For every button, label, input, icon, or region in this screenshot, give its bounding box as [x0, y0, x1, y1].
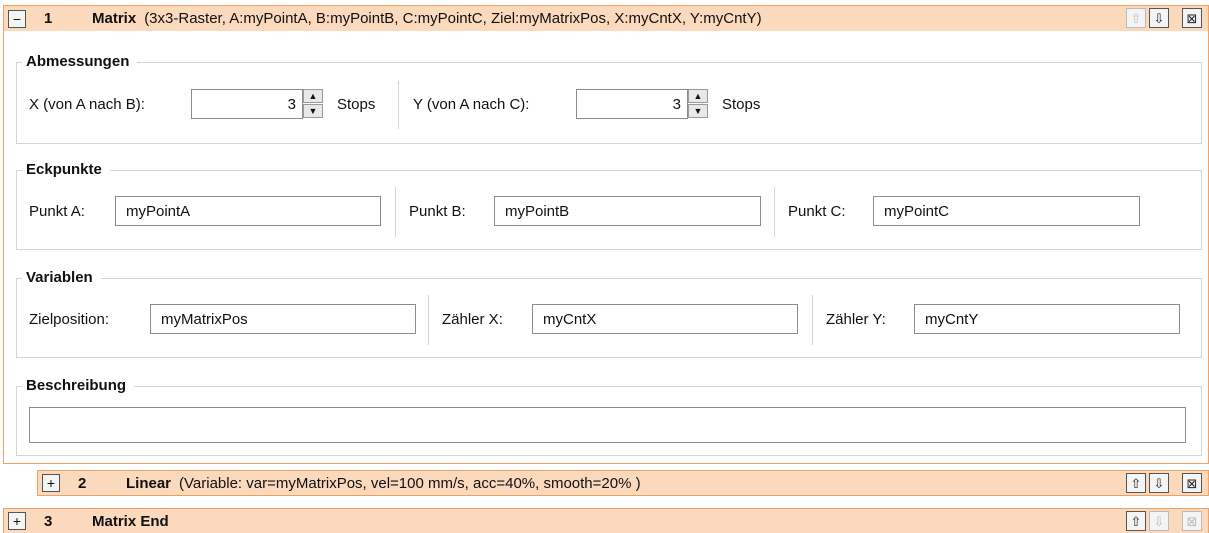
row-3-header[interactable]: + 3 Matrix End ⇧ ⇩ ⊠ [3, 508, 1209, 533]
group-title: Abmessungen [22, 53, 138, 70]
row-index: 1 [44, 10, 53, 27]
divider [428, 295, 429, 345]
divider [395, 187, 396, 237]
collapse-icon[interactable]: − [8, 9, 26, 28]
row-index: 3 [44, 512, 53, 530]
group-title: Beschreibung [22, 377, 135, 394]
group-title: Variablen [22, 269, 101, 286]
point-b-input[interactable]: myPointB [494, 196, 761, 226]
move-down-icon[interactable]: ⇩ [1149, 8, 1169, 28]
counter-y-label: Zähler Y: [826, 311, 886, 328]
row-controls: ⇧ ⇩ ⊠ [1126, 8, 1202, 28]
x-stops-input[interactable]: 3 [191, 89, 303, 119]
move-up-icon[interactable]: ⇧ [1126, 8, 1146, 28]
counter-x-input[interactable]: myCntX [532, 304, 798, 334]
delete-icon[interactable]: ⊠ [1182, 8, 1202, 28]
description-input[interactable] [29, 407, 1186, 443]
group-variables: Variablen Zielposition: myMatrixPos Zähl… [16, 269, 1202, 358]
row-summary: (3x3-Raster, A:myPointA, B:myPointB, C:m… [144, 10, 762, 27]
row-summary: (Variable: var=myMatrixPos, vel=100 mm/s… [179, 474, 641, 492]
row-title: Linear [126, 474, 172, 492]
matrix-properties-panel: Abmessungen X (von A nach B): 3 ▲ ▼ Stop… [3, 31, 1209, 464]
divider [812, 295, 813, 345]
target-label: Zielposition: [29, 311, 110, 328]
y-unit: Stops [722, 96, 761, 113]
y-stops-spinner[interactable]: ▲ ▼ [688, 89, 708, 119]
divider [774, 187, 775, 237]
move-up-icon[interactable]: ⇧ [1126, 473, 1146, 493]
row-title: Matrix End [92, 512, 169, 530]
divider [398, 81, 399, 129]
target-position-input[interactable]: myMatrixPos [150, 304, 416, 334]
counter-y-input[interactable]: myCntY [914, 304, 1180, 334]
group-corners: Eckpunkte Punkt A: myPointA Punkt B: myP… [16, 161, 1202, 250]
move-down-icon[interactable]: ⇩ [1149, 511, 1169, 531]
row-index: 2 [78, 474, 87, 492]
row-controls: ⇧ ⇩ ⊠ [1126, 473, 1202, 493]
expand-icon[interactable]: + [8, 512, 26, 530]
row-2-header[interactable]: + 2 Linear (Variable: var=myMatrixPos, v… [37, 470, 1209, 496]
group-description: Beschreibung [16, 377, 1202, 456]
group-title: Eckpunkte [22, 161, 110, 178]
row-1-header[interactable]: − 1 Matrix (3x3-Raster, A:myPointA, B:my… [3, 5, 1209, 31]
expand-icon[interactable]: + [42, 474, 60, 492]
point-b-label: Punkt B: [409, 203, 466, 220]
x-label: X (von A nach B): [29, 96, 145, 113]
y-stops-input[interactable]: 3 [576, 89, 688, 119]
row-controls: ⇧ ⇩ ⊠ [1126, 511, 1202, 531]
row-title: Matrix [92, 10, 137, 27]
move-up-icon[interactable]: ⇧ [1126, 511, 1146, 531]
move-down-icon[interactable]: ⇩ [1149, 473, 1169, 493]
point-c-label: Punkt C: [788, 203, 846, 220]
x-unit: Stops [337, 96, 376, 113]
delete-icon[interactable]: ⊠ [1182, 511, 1202, 531]
point-c-input[interactable]: myPointC [873, 196, 1140, 226]
point-a-label: Punkt A: [29, 203, 85, 220]
x-stops-spinner[interactable]: ▲ ▼ [303, 89, 323, 119]
spin-up-icon[interactable]: ▲ [303, 89, 323, 103]
point-a-input[interactable]: myPointA [115, 196, 381, 226]
counter-x-label: Zähler X: [442, 311, 503, 328]
spin-down-icon[interactable]: ▼ [303, 104, 323, 118]
delete-icon[interactable]: ⊠ [1182, 473, 1202, 493]
y-label: Y (von A nach C): [413, 96, 530, 113]
spin-up-icon[interactable]: ▲ [688, 89, 708, 103]
group-dimensions: Abmessungen X (von A nach B): 3 ▲ ▼ Stop… [16, 53, 1202, 144]
spin-down-icon[interactable]: ▼ [688, 104, 708, 118]
